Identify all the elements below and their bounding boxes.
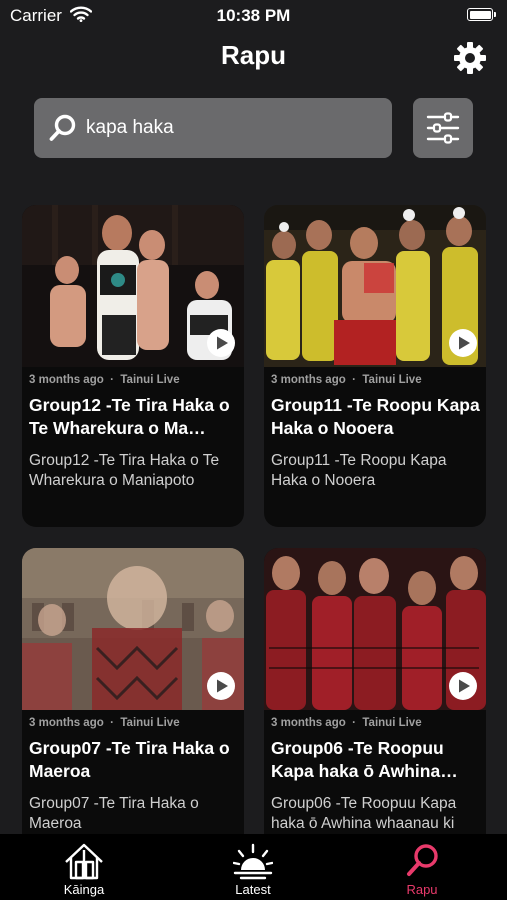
tab-label: Latest <box>235 882 271 897</box>
battery-icon <box>467 8 496 21</box>
search-icon <box>407 844 438 876</box>
video-card[interactable]: 3 months ago · Tainui Live Group11 -Te R… <box>264 205 486 527</box>
clock-time: 10:38 PM <box>216 6 291 25</box>
video-age: 3 months ago <box>271 374 346 386</box>
video-age: 3 months ago <box>29 717 104 729</box>
video-age: 3 months ago <box>271 717 346 729</box>
video-card[interactable]: 3 months ago · Tainui Live Group06 -Te R… <box>264 548 486 870</box>
video-channel[interactable]: Tainui Live <box>120 717 179 729</box>
meta-separator: · <box>352 374 356 386</box>
video-meta: 3 months ago · Tainui Live <box>29 374 180 386</box>
play-icon[interactable] <box>448 671 478 701</box>
page-title: Rapu <box>221 40 286 70</box>
video-description: Group06 -Te Roopuu Kapa haka ō Awhina wh… <box>271 795 457 832</box>
play-icon[interactable] <box>206 328 236 358</box>
gear-icon <box>454 42 486 74</box>
video-channel[interactable]: Tainui Live <box>362 717 421 729</box>
video-channel[interactable]: Tainui Live <box>362 374 421 386</box>
tab-latest[interactable]: Latest <box>193 834 313 900</box>
play-icon[interactable] <box>448 328 478 358</box>
settings-button[interactable] <box>452 40 488 76</box>
meta-separator: · <box>352 717 356 729</box>
video-description: Group11 -Te Roopu Kapa Haka o Nooera <box>271 452 447 489</box>
sliders-icon <box>426 112 460 144</box>
video-title[interactable]: Group12 -Te Tira Haka o Te Wharekura o M… <box>29 394 241 440</box>
search-icon <box>49 114 76 141</box>
tab-kainga[interactable]: Kāinga <box>24 834 144 900</box>
video-age: 3 months ago <box>29 374 104 386</box>
house-icon <box>65 843 103 880</box>
video-description: Group12 -Te Tira Haka o Te Wharekura o M… <box>29 452 220 489</box>
tab-rapu[interactable]: Rapu <box>362 834 482 900</box>
tab-bar: Kāinga Latest Rapu <box>0 834 507 900</box>
video-card[interactable]: 3 months ago · Tainui Live Group12 -Te T… <box>22 205 244 527</box>
status-bar: Carrier 10:38 PM <box>0 0 507 32</box>
play-icon[interactable] <box>206 671 236 701</box>
search-input[interactable]: kapa haka <box>34 98 392 158</box>
video-channel[interactable]: Tainui Live <box>120 374 179 386</box>
search-query[interactable]: kapa haka <box>86 117 174 139</box>
video-title[interactable]: Group06 -Te Roopuu Kapa haka ō Awhina… <box>271 737 483 783</box>
tab-label: Kāinga <box>63 882 105 897</box>
filter-button[interactable] <box>413 98 473 158</box>
meta-separator: · <box>110 717 114 729</box>
video-title[interactable]: Group07 -Te Tira Haka o Maeroa <box>29 737 241 783</box>
video-meta: 3 months ago · Tainui Live <box>271 374 422 386</box>
meta-separator: · <box>110 374 114 386</box>
video-meta: 3 months ago · Tainui Live <box>271 717 422 729</box>
tab-label: Rapu <box>406 882 438 897</box>
video-card[interactable]: 3 months ago · Tainui Live Group07 -Te T… <box>22 548 244 870</box>
video-title[interactable]: Group11 -Te Roopu Kapa Haka o Nooera <box>271 394 483 440</box>
video-description: Group07 -Te Tira Haka o Maeroa <box>29 795 199 832</box>
sunrise-icon <box>233 843 273 880</box>
video-meta: 3 months ago · Tainui Live <box>29 717 180 729</box>
